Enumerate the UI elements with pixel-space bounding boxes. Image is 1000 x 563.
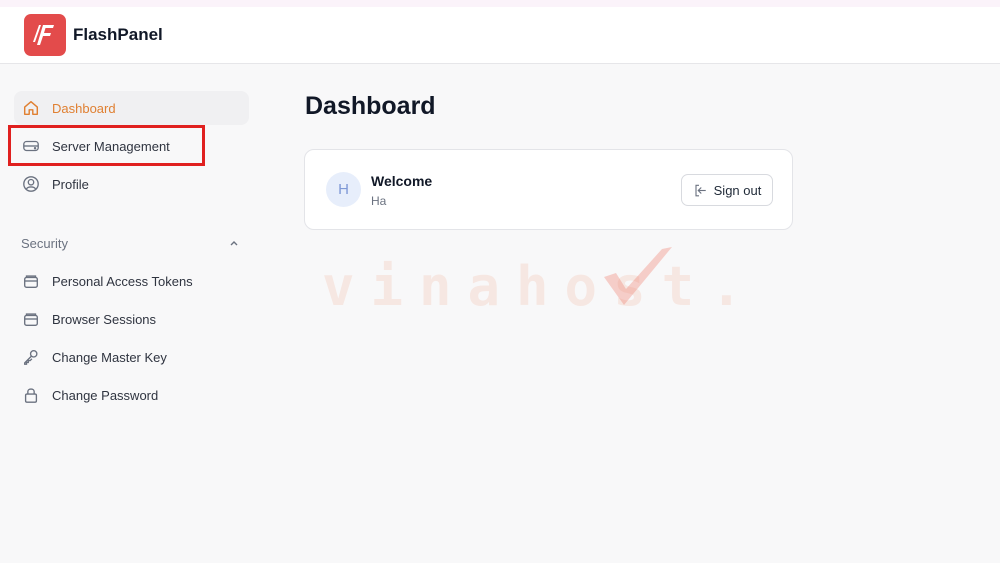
avatar: H	[326, 172, 361, 207]
welcome-title: Welcome	[371, 173, 433, 189]
sidebar-item-browser-sessions[interactable]: Browser Sessions	[14, 302, 249, 336]
brand-name[interactable]: FlashPanel	[73, 25, 163, 45]
sidebar-item-dashboard[interactable]: Dashboard	[14, 91, 249, 125]
sidebar-item-profile[interactable]: Profile	[14, 167, 249, 201]
sidebar-item-change-master-key[interactable]: Change Master Key	[14, 340, 249, 374]
sidebar-item-label: Personal Access Tokens	[52, 273, 193, 289]
server-management-highlight	[8, 125, 205, 166]
sign-out-icon	[695, 184, 706, 196]
token-icon	[21, 271, 41, 291]
page-title: Dashboard	[305, 92, 436, 120]
welcome-user-name: Ha	[371, 194, 387, 208]
key-icon	[21, 347, 41, 367]
sidebar-item-personal-access-tokens[interactable]: Personal Access Tokens	[14, 264, 249, 298]
top-strip	[0, 0, 1000, 7]
top-header: FlashPanel	[0, 7, 1000, 64]
sign-out-label: Sign out	[713, 182, 762, 198]
sidebar-item-label: Change Password	[52, 387, 159, 403]
watermark-check-icon	[604, 247, 672, 305]
sidebar-item-label: Change Master Key	[52, 349, 167, 365]
flashpanel-logo-icon[interactable]	[24, 14, 66, 56]
sidebar-item-label: Profile	[52, 176, 89, 192]
welcome-card: H Welcome Ha Sign out	[304, 149, 793, 230]
lock-icon	[21, 385, 41, 405]
user-circle-icon	[21, 174, 41, 194]
sidebar-item-change-password[interactable]: Change Password	[14, 378, 249, 412]
home-icon	[21, 98, 41, 118]
vinahost-watermark: vinahost.	[322, 255, 759, 318]
browser-icon	[21, 309, 41, 329]
chevron-up-icon[interactable]	[228, 237, 240, 249]
sidebar-item-label: Browser Sessions	[52, 311, 157, 327]
sign-out-button[interactable]: Sign out	[681, 174, 773, 206]
security-section-label[interactable]: Security	[21, 236, 68, 251]
sidebar-item-label: Dashboard	[52, 100, 116, 116]
